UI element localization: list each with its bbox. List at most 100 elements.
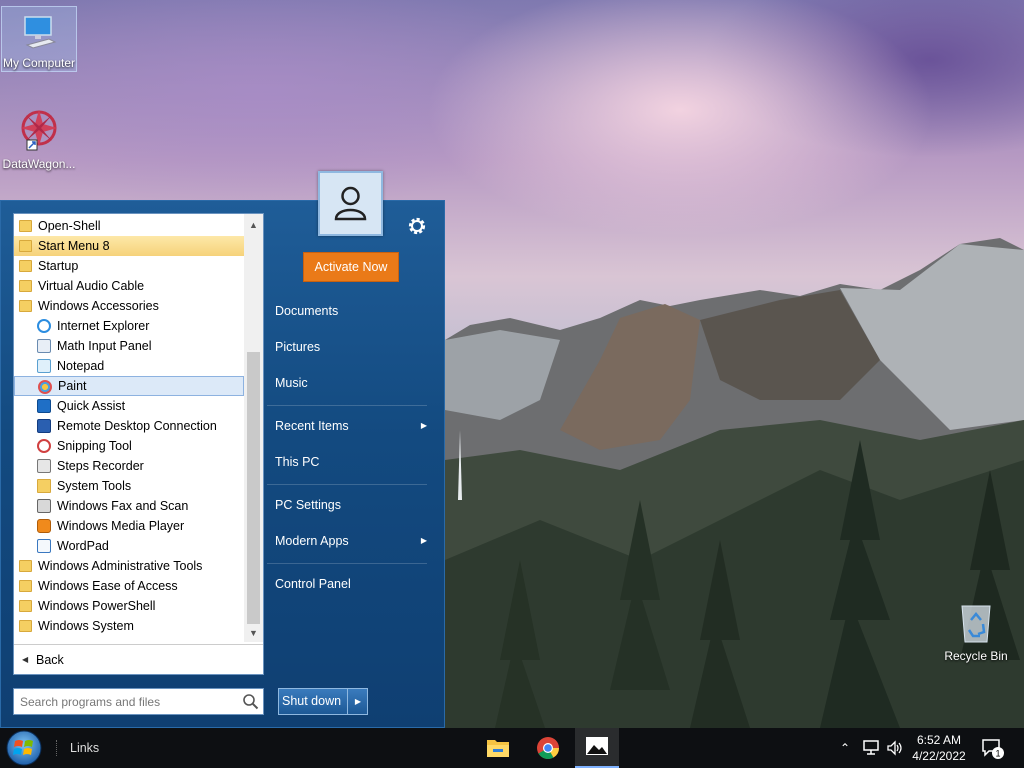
menu-item-pc-settings[interactable]: PC Settings xyxy=(263,493,433,517)
shutdown-options-arrow-icon[interactable]: ▶ xyxy=(347,689,368,714)
program-item-quick-assist[interactable]: Quick Assist xyxy=(14,396,244,416)
menu-item-label: Control Panel xyxy=(275,577,351,591)
scroll-up-arrow-icon[interactable]: ▲ xyxy=(244,216,263,234)
notification-center-button[interactable]: 1 xyxy=(980,736,1004,765)
desktop-icon-my-computer[interactable]: My Computer xyxy=(1,6,77,72)
clock-date: 4/22/2022 xyxy=(912,749,966,763)
scroll-thumb[interactable] xyxy=(247,352,260,624)
menu-item-modern-apps[interactable]: Modern Apps ▶ xyxy=(263,529,433,553)
program-item-media-player[interactable]: Windows Media Player xyxy=(14,516,244,536)
taskbar-clock[interactable]: 6:52 AM 4/22/2022 xyxy=(906,732,972,764)
menu-item-documents[interactable]: Documents xyxy=(263,299,433,323)
back-button[interactable]: ◀ Back xyxy=(14,644,263,674)
menu-item-label: Recent Items xyxy=(275,419,349,433)
program-label: Virtual Audio Cable xyxy=(38,279,145,293)
notification-count: 1 xyxy=(995,749,1000,759)
fax-scan-icon xyxy=(37,499,51,513)
menu-item-this-pc[interactable]: This PC xyxy=(263,450,433,474)
notification-icon: 1 xyxy=(982,739,1004,759)
snipping-tool-icon xyxy=(37,439,51,453)
scroll-down-arrow-icon[interactable]: ▼ xyxy=(244,624,263,642)
program-item-remote-desktop[interactable]: Remote Desktop Connection xyxy=(14,416,244,436)
folder-icon xyxy=(19,280,32,292)
program-item-snipping-tool[interactable]: Snipping Tool xyxy=(14,436,244,456)
user-avatar[interactable] xyxy=(318,171,383,236)
desktop-icon-datawagon[interactable]: DataWagon... xyxy=(1,104,77,171)
show-hidden-icons-chevron-icon[interactable]: ⌃ xyxy=(840,728,850,768)
shutdown-label: Shut down xyxy=(282,694,342,708)
clock-time: 6:52 AM xyxy=(916,733,962,747)
wordpad-icon xyxy=(37,539,51,553)
computer-icon xyxy=(24,16,57,49)
programs-list: Open-Shell Start Menu 8 Startup Virtual … xyxy=(13,213,264,675)
program-item-start-menu-8[interactable]: Start Menu 8 xyxy=(14,236,244,256)
program-item-steps-recorder[interactable]: Steps Recorder xyxy=(14,456,244,476)
program-label: Quick Assist xyxy=(57,399,126,413)
program-label: Windows Ease of Access xyxy=(38,579,178,593)
programs-scrollbar[interactable]: ▲ ▼ xyxy=(244,214,263,642)
program-item-admin-tools[interactable]: Windows Administrative Tools xyxy=(14,556,244,576)
program-label: Notepad xyxy=(57,359,105,373)
search-box[interactable] xyxy=(13,688,264,715)
gear-icon[interactable] xyxy=(406,215,428,237)
program-label: Windows Media Player xyxy=(57,519,185,533)
menu-item-control-panel[interactable]: Control Panel xyxy=(263,572,433,596)
media-player-icon xyxy=(37,519,51,533)
program-item-open-shell[interactable]: Open-Shell xyxy=(14,216,244,236)
folder-icon xyxy=(19,600,32,612)
program-label: Startup xyxy=(38,259,79,273)
program-item-startup[interactable]: Startup xyxy=(14,256,244,276)
program-item-math-input-panel[interactable]: Math Input Panel xyxy=(14,336,244,356)
program-label: Steps Recorder xyxy=(57,459,144,473)
chrome-icon xyxy=(537,737,559,759)
taskbar-photos[interactable] xyxy=(575,728,619,768)
program-label: Start Menu 8 xyxy=(38,239,110,253)
remote-desktop-icon xyxy=(37,419,51,433)
search-input[interactable] xyxy=(20,693,235,710)
program-item-notepad[interactable]: Notepad xyxy=(14,356,244,376)
menu-item-label: Documents xyxy=(275,304,339,318)
menu-item-recent-items[interactable]: Recent Items ▶ xyxy=(263,414,433,438)
file-explorer-icon xyxy=(487,740,509,757)
shutdown-button[interactable]: Shut down ▶ xyxy=(278,688,368,715)
desktop-icon-label: Recycle Bin xyxy=(944,649,1008,663)
program-item-internet-explorer[interactable]: Internet Explorer xyxy=(14,316,244,336)
links-toolbar[interactable]: Links xyxy=(70,728,99,768)
program-label: Paint xyxy=(58,379,87,393)
network-icon[interactable] xyxy=(862,740,880,756)
menu-item-label: PC Settings xyxy=(275,498,342,512)
volume-icon[interactable] xyxy=(886,740,904,756)
program-item-powershell[interactable]: Windows PowerShell xyxy=(14,596,244,616)
math-input-icon xyxy=(37,339,51,353)
program-item-windows-system[interactable]: Windows System xyxy=(14,616,244,636)
program-item-wordpad[interactable]: WordPad xyxy=(14,536,244,556)
program-label: WordPad xyxy=(57,539,109,553)
program-item-paint[interactable]: Paint xyxy=(14,376,244,396)
search-icon[interactable] xyxy=(242,693,259,710)
desktop-icon-recycle-bin[interactable]: Recycle Bin xyxy=(938,600,1014,663)
start-orb-icon[interactable] xyxy=(4,729,44,767)
folder-icon xyxy=(19,220,32,232)
program-label: Remote Desktop Connection xyxy=(57,419,217,433)
desktop-icon-label: My Computer xyxy=(2,56,76,70)
program-label: Windows System xyxy=(38,619,134,633)
back-label: Back xyxy=(36,653,64,667)
program-label: Internet Explorer xyxy=(57,319,150,333)
taskbar-chrome[interactable] xyxy=(526,728,570,768)
recycle-bin-icon xyxy=(961,605,991,643)
toolbar-grip[interactable] xyxy=(56,740,61,756)
program-item-ease-of-access[interactable]: Windows Ease of Access xyxy=(14,576,244,596)
program-item-windows-accessories[interactable]: Windows Accessories xyxy=(14,296,244,316)
program-item-fax-scan[interactable]: Windows Fax and Scan xyxy=(14,496,244,516)
menu-item-pictures[interactable]: Pictures xyxy=(263,335,433,359)
internet-explorer-icon xyxy=(37,319,51,333)
menu-item-label: Modern Apps xyxy=(275,534,349,548)
menu-separator xyxy=(267,484,427,485)
menu-item-music[interactable]: Music xyxy=(263,371,433,395)
program-item-system-tools[interactable]: System Tools xyxy=(14,476,244,496)
taskbar-file-explorer[interactable] xyxy=(476,728,520,768)
submenu-arrow-icon: ▶ xyxy=(420,421,427,430)
taskbar: Links ⌃ 6:52 AM 4/22/2022 1 xyxy=(0,728,1024,768)
activate-now-button[interactable]: Activate Now xyxy=(303,252,399,282)
program-item-virtual-audio-cable[interactable]: Virtual Audio Cable xyxy=(14,276,244,296)
